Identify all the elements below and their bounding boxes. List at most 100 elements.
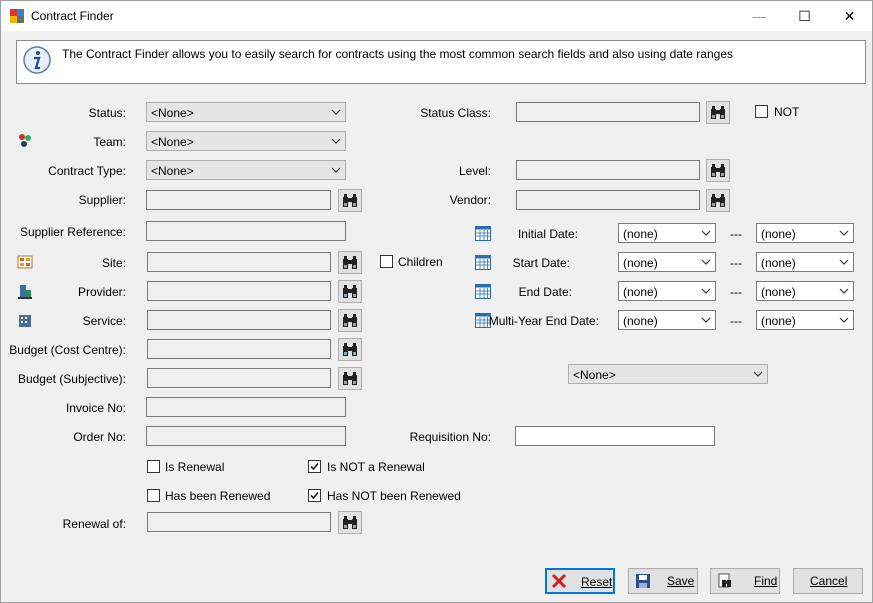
chevron-down-icon	[331, 167, 341, 173]
date-separator: ---	[730, 256, 742, 270]
close-icon: ✕	[843, 7, 856, 24]
status-combo[interactable]: <None>	[146, 102, 346, 122]
chevron-down-icon	[839, 317, 849, 323]
requisition-no-label: Requisition No:	[409, 430, 491, 444]
save-button-label: Save	[667, 574, 695, 588]
app-icon	[10, 9, 24, 23]
requisition-no-field[interactable]	[515, 426, 715, 446]
find-button[interactable]: Find	[710, 568, 780, 594]
renewal-of-lookup-button[interactable]	[338, 511, 362, 534]
initial-date-label: Initial Date:	[517, 227, 578, 241]
info-panel: The Contract Finder allows you to easily…	[16, 40, 866, 84]
order-no-field[interactable]	[146, 426, 346, 446]
find-button-label: Find	[754, 574, 778, 588]
level-label: Level:	[458, 164, 491, 178]
team-combo[interactable]: <None>	[146, 131, 346, 151]
level-field[interactable]	[516, 160, 700, 180]
supplier-label: Supplier:	[78, 193, 126, 207]
start-date-from-value: (none)	[623, 256, 658, 270]
end-date-from[interactable]: (none)	[618, 281, 716, 301]
chevron-down-icon	[753, 371, 763, 377]
invoice-no-field[interactable]	[146, 397, 346, 417]
contract-type-combo[interactable]: <None>	[146, 160, 346, 180]
extra-filter-combo[interactable]: <None>	[568, 364, 768, 384]
start-date-from[interactable]: (none)	[618, 252, 716, 272]
budget-subjective-lookup-button[interactable]	[338, 367, 362, 390]
window-title: Contract Finder	[31, 9, 114, 23]
chevron-down-icon	[701, 317, 711, 323]
binoculars-icon	[343, 342, 357, 356]
is-renewal-checkbox[interactable]	[147, 460, 160, 473]
date-separator: ---	[730, 227, 742, 241]
end-date-label: End Date:	[518, 285, 572, 299]
cancel-button-label: Cancel	[810, 574, 848, 588]
initial-date-to[interactable]: (none)	[756, 223, 854, 243]
supplier-lookup-button[interactable]	[338, 189, 362, 212]
provider-label: Provider:	[77, 285, 126, 299]
service-label: Service:	[82, 314, 126, 328]
provider-icon	[18, 285, 32, 299]
supplier-field[interactable]	[146, 190, 331, 210]
not-label: NOT	[774, 105, 800, 119]
chevron-down-icon	[839, 288, 849, 294]
status-class-field[interactable]	[516, 102, 700, 122]
status-class-lookup-button[interactable]	[706, 101, 730, 124]
title-bar[interactable]: Contract Finder — ☐ ✕	[1, 1, 872, 31]
binoculars-icon	[711, 105, 725, 119]
date-separator: ---	[730, 314, 742, 328]
info-icon	[23, 46, 51, 74]
multi-year-end-date-from[interactable]: (none)	[618, 310, 716, 330]
is-renewal-label: Is Renewal	[165, 460, 225, 474]
chevron-down-icon	[701, 288, 711, 294]
binoculars-icon	[343, 371, 357, 385]
is-not-renewal-checkbox[interactable]	[308, 460, 321, 473]
contract-type-combo-value: <None>	[151, 164, 194, 178]
has-been-renewed-label: Has been Renewed	[165, 489, 271, 503]
reset-button[interactable]: Reset	[545, 568, 615, 594]
site-lookup-button[interactable]	[338, 251, 362, 274]
provider-lookup-button[interactable]	[338, 280, 362, 303]
team-icon	[19, 134, 31, 147]
binoculars-icon	[343, 284, 357, 298]
minimize-button[interactable]: —	[737, 1, 782, 31]
initial-date-from[interactable]: (none)	[618, 223, 716, 243]
start-date-to[interactable]: (none)	[756, 252, 854, 272]
chevron-down-icon	[701, 259, 711, 265]
budget-subjective-field[interactable]	[147, 368, 331, 388]
cancel-button[interactable]: Cancel	[793, 568, 863, 594]
not-checkbox[interactable]	[755, 105, 768, 118]
has-been-renewed-checkbox[interactable]	[147, 489, 160, 502]
children-checkbox[interactable]	[380, 255, 393, 268]
has-not-been-renewed-checkbox[interactable]	[308, 489, 321, 502]
budget-cost-centre-lookup-button[interactable]	[338, 338, 362, 361]
vendor-field[interactable]	[516, 190, 700, 210]
maximize-button[interactable]: ☐	[782, 1, 827, 31]
service-field[interactable]	[147, 310, 331, 330]
minimize-icon: —	[752, 8, 767, 24]
provider-field[interactable]	[147, 281, 331, 301]
level-lookup-button[interactable]	[706, 159, 730, 182]
status-label: Status:	[88, 106, 126, 120]
invoice-no-label: Invoice No:	[65, 401, 126, 415]
end-date-to-value: (none)	[761, 285, 796, 299]
extra-filter-combo-value: <None>	[573, 368, 616, 382]
end-date-to[interactable]: (none)	[756, 281, 854, 301]
save-button[interactable]: Save	[628, 568, 698, 594]
multi-year-end-date-label: Multi-Year End Date:	[488, 314, 599, 328]
initial-date-from-value: (none)	[623, 227, 658, 241]
info-text: The Contract Finder allows you to easily…	[62, 47, 733, 61]
calendar-icon	[475, 255, 491, 270]
budget-cost-centre-label: Budget (Cost Centre):	[9, 343, 126, 357]
close-button[interactable]: ✕	[827, 1, 872, 31]
vendor-lookup-button[interactable]	[706, 189, 730, 212]
chevron-down-icon	[331, 109, 341, 115]
multi-year-end-date-to[interactable]: (none)	[756, 310, 854, 330]
has-not-been-renewed-label: Has NOT been Renewed	[327, 489, 461, 503]
supplier-reference-field[interactable]	[146, 221, 346, 241]
calendar-icon	[475, 284, 491, 299]
site-field[interactable]	[147, 252, 331, 272]
renewal-of-field[interactable]	[147, 512, 331, 532]
status-class-label: Status Class:	[420, 106, 491, 120]
budget-cost-centre-field[interactable]	[147, 339, 331, 359]
service-lookup-button[interactable]	[338, 309, 362, 332]
